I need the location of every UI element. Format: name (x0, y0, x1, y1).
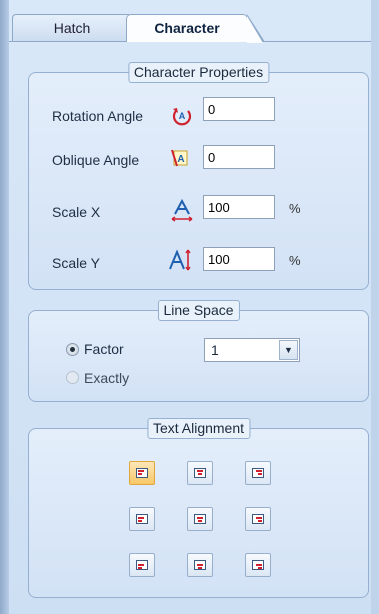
align-middle-right-icon (252, 514, 264, 524)
line-space-factor-value: 1 (211, 342, 219, 358)
align-top-right-button[interactable] (245, 461, 271, 485)
line-space-group: Line Space (28, 300, 369, 402)
align-bottom-center-icon (194, 560, 206, 570)
oblique-icon: A (171, 149, 188, 167)
align-bottom-right-icon (252, 560, 264, 570)
scale-x-label: Scale X (52, 204, 101, 220)
scale-x-unit: % (289, 201, 301, 216)
oblique-angle-label: Oblique Angle (52, 152, 140, 168)
rotation-angle-label: Rotation Angle (52, 108, 144, 124)
scale-x-icon (171, 198, 193, 222)
align-middle-right-button[interactable] (245, 507, 271, 531)
align-top-center-button[interactable] (187, 461, 213, 485)
scale-y-unit: % (289, 253, 301, 268)
oblique-angle-input[interactable] (203, 145, 275, 169)
align-middle-left-button[interactable] (129, 507, 155, 531)
scale-y-label: Scale Y (52, 255, 100, 271)
scale-y-input[interactable] (203, 247, 275, 271)
align-middle-left-icon (136, 514, 148, 524)
scale-y-icon (169, 249, 191, 271)
text-alignment-title: Text Alignment (146, 418, 251, 439)
rotation-angle-input[interactable] (203, 97, 275, 121)
exactly-label: Exactly (84, 370, 130, 386)
svg-text:A: A (179, 111, 186, 121)
align-middle-center-icon (194, 514, 206, 524)
line-space-title: Line Space (157, 300, 240, 321)
tab-character[interactable]: Character (126, 14, 265, 43)
align-top-left-icon (136, 468, 148, 478)
panel-right-edge (371, 0, 379, 614)
scale-x-input[interactable] (203, 195, 275, 219)
tab-hatch[interactable]: Hatch (12, 14, 132, 42)
chevron-down-icon[interactable]: ▼ (279, 340, 298, 360)
align-top-right-icon (252, 468, 264, 478)
factor-radio[interactable] (66, 343, 79, 356)
align-top-left-button[interactable] (129, 461, 155, 485)
panel-left-edge (0, 0, 9, 614)
exactly-radio[interactable] (66, 371, 79, 384)
align-middle-center-button[interactable] (187, 507, 213, 531)
align-top-center-icon (194, 468, 206, 478)
svg-text:A: A (177, 154, 184, 165)
rotation-icon: A (172, 108, 192, 126)
factor-label: Factor (84, 341, 124, 357)
align-bottom-center-button[interactable] (187, 553, 213, 577)
line-space-factor-select[interactable]: 1 ▼ (204, 338, 300, 362)
align-bottom-left-icon (136, 560, 148, 570)
align-bottom-right-button[interactable] (245, 553, 271, 577)
align-bottom-left-button[interactable] (129, 553, 155, 577)
character-properties-title: Character Properties (127, 62, 270, 83)
